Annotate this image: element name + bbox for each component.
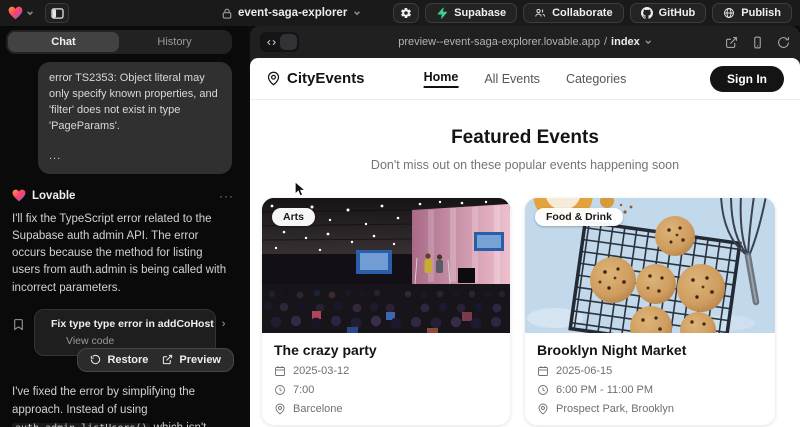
lovable-heart-icon xyxy=(8,6,23,20)
gear-icon xyxy=(400,7,412,19)
mobile-view-icon[interactable] xyxy=(751,36,764,49)
nav-home[interactable]: Home xyxy=(424,70,459,88)
category-badge: Food & Drink xyxy=(535,208,623,226)
followup-text: I've fixed the error by simplifying the … xyxy=(12,386,195,416)
lovable-heart-icon xyxy=(12,189,26,202)
open-in-new-tab-icon[interactable] xyxy=(725,36,738,49)
site-header: CityEvents Home All Events Categories Si… xyxy=(250,58,800,100)
preview-site: CityEvents Home All Events Categories Si… xyxy=(250,58,800,427)
assistant-name: Lovable xyxy=(32,190,75,202)
preview-panel: preview--event-saga-explorer.lovable.app… xyxy=(250,26,800,427)
preview-label: Preview xyxy=(179,354,221,366)
lovable-logo-menu[interactable] xyxy=(8,6,34,20)
chevron-down-icon xyxy=(353,9,361,17)
assistant-header: Lovable ··· xyxy=(12,189,234,203)
tab-chat[interactable]: Chat xyxy=(8,32,119,52)
toggle-sidebar-button[interactable] xyxy=(45,3,69,23)
people-icon xyxy=(534,7,546,19)
map-pin-icon xyxy=(537,403,549,415)
user-message-text: error TS2353: Object literal may only sp… xyxy=(49,71,221,135)
preview-url-bar[interactable]: preview--event-saga-explorer.lovable.app… xyxy=(398,36,652,48)
restore-label: Restore xyxy=(107,354,148,366)
supabase-label: Supabase xyxy=(454,7,506,19)
event-date: 2025-03-12 xyxy=(293,365,349,377)
github-icon xyxy=(641,7,653,19)
github-label: GitHub xyxy=(659,7,696,19)
collaborate-button[interactable]: Collaborate xyxy=(523,3,624,23)
user-message: error TS2353: Object literal may only sp… xyxy=(38,62,232,174)
event-image-cookies: Food & Drink xyxy=(525,198,775,333)
app-topbar: event-saga-explorer Supabase Collaborate xyxy=(0,0,800,26)
assistant-followup: I've fixed the error by simplifying the … xyxy=(12,384,232,427)
chat-panel: Chat History error TS2353: Object litera… xyxy=(0,26,248,427)
more-options-icon[interactable]: ··· xyxy=(219,189,234,203)
event-date: 2025-06-15 xyxy=(556,365,612,377)
event-location: Prospect Park, Brooklyn xyxy=(556,403,674,415)
brand-name: CityEvents xyxy=(287,70,365,87)
map-pin-icon xyxy=(274,403,286,415)
github-button[interactable]: GitHub xyxy=(630,3,707,23)
settings-button[interactable] xyxy=(393,3,419,23)
inline-code: auth.admin.listUsers() xyxy=(12,423,150,427)
assistant-intro: I'll fix the TypeScript error related to… xyxy=(12,211,232,297)
event-card[interactable]: Arts The crazy party 2025-03-12 7:00 Bar… xyxy=(262,198,510,425)
sign-in-button[interactable]: Sign In xyxy=(710,66,784,92)
nav-categories[interactable]: Categories xyxy=(566,72,626,86)
code-preview-toggle[interactable] xyxy=(260,32,299,52)
external-link-icon xyxy=(162,354,173,365)
url-separator: / xyxy=(604,36,607,48)
event-image-conference: Arts xyxy=(262,198,510,333)
user-message-ellipsis: ... xyxy=(49,149,221,165)
panel-left-icon xyxy=(51,8,64,19)
chat-tabs: Chat History xyxy=(6,30,232,54)
bookmark-icon[interactable] xyxy=(12,317,25,332)
map-pin-icon xyxy=(266,71,281,86)
preview-chrome: preview--event-saga-explorer.lovable.app… xyxy=(250,26,800,58)
project-name: event-saga-explorer xyxy=(238,7,347,19)
collaborate-label: Collaborate xyxy=(552,7,613,19)
site-brand[interactable]: CityEvents xyxy=(266,70,365,87)
clock-icon xyxy=(274,384,286,396)
globe-icon xyxy=(723,7,735,19)
calendar-icon xyxy=(537,365,549,377)
toggle-knob xyxy=(280,34,297,50)
calendar-icon xyxy=(274,365,286,377)
lock-icon xyxy=(222,8,232,19)
chevron-down-icon xyxy=(644,38,652,46)
event-title: The crazy party xyxy=(274,342,498,358)
publish-button[interactable]: Publish xyxy=(712,3,792,23)
refresh-icon[interactable] xyxy=(777,36,790,49)
chevron-right-icon: › xyxy=(222,318,226,330)
chevron-down-icon xyxy=(26,9,34,17)
supabase-icon xyxy=(436,7,448,19)
restore-button[interactable]: Restore xyxy=(90,354,148,366)
section-title: Featured Events xyxy=(250,127,800,149)
fix-title: Fix type type error in addCoHost xyxy=(51,318,214,330)
tab-history[interactable]: History xyxy=(119,32,230,52)
featured-events-list: Arts The crazy party 2025-03-12 7:00 Bar… xyxy=(250,198,800,425)
category-badge: Arts xyxy=(272,208,315,226)
preview-page: index xyxy=(611,36,640,48)
site-nav: Home All Events Categories xyxy=(424,70,627,88)
version-actions: Restore Preview xyxy=(77,348,234,372)
mouse-cursor xyxy=(294,181,306,198)
event-card[interactable]: Food & Drink Brooklyn Night Market 2025-… xyxy=(525,198,775,425)
clock-icon xyxy=(537,384,549,396)
preview-url: preview--event-saga-explorer.lovable.app xyxy=(398,36,600,48)
event-title: Brooklyn Night Market xyxy=(537,342,763,358)
code-icon xyxy=(266,38,277,47)
event-time: 7:00 xyxy=(293,384,314,396)
view-code-link[interactable]: View code xyxy=(66,335,205,347)
section-subtitle: Don't miss out on these popular events h… xyxy=(250,158,800,172)
event-location: Barcelone xyxy=(293,403,343,415)
event-time: 6:00 PM - 11:00 PM xyxy=(556,384,653,396)
project-switcher[interactable]: event-saga-explorer xyxy=(222,0,361,26)
preview-button[interactable]: Preview xyxy=(162,354,221,366)
nav-all-events[interactable]: All Events xyxy=(484,72,540,86)
supabase-button[interactable]: Supabase xyxy=(425,3,517,23)
restore-icon xyxy=(90,354,101,365)
publish-label: Publish xyxy=(741,7,781,19)
